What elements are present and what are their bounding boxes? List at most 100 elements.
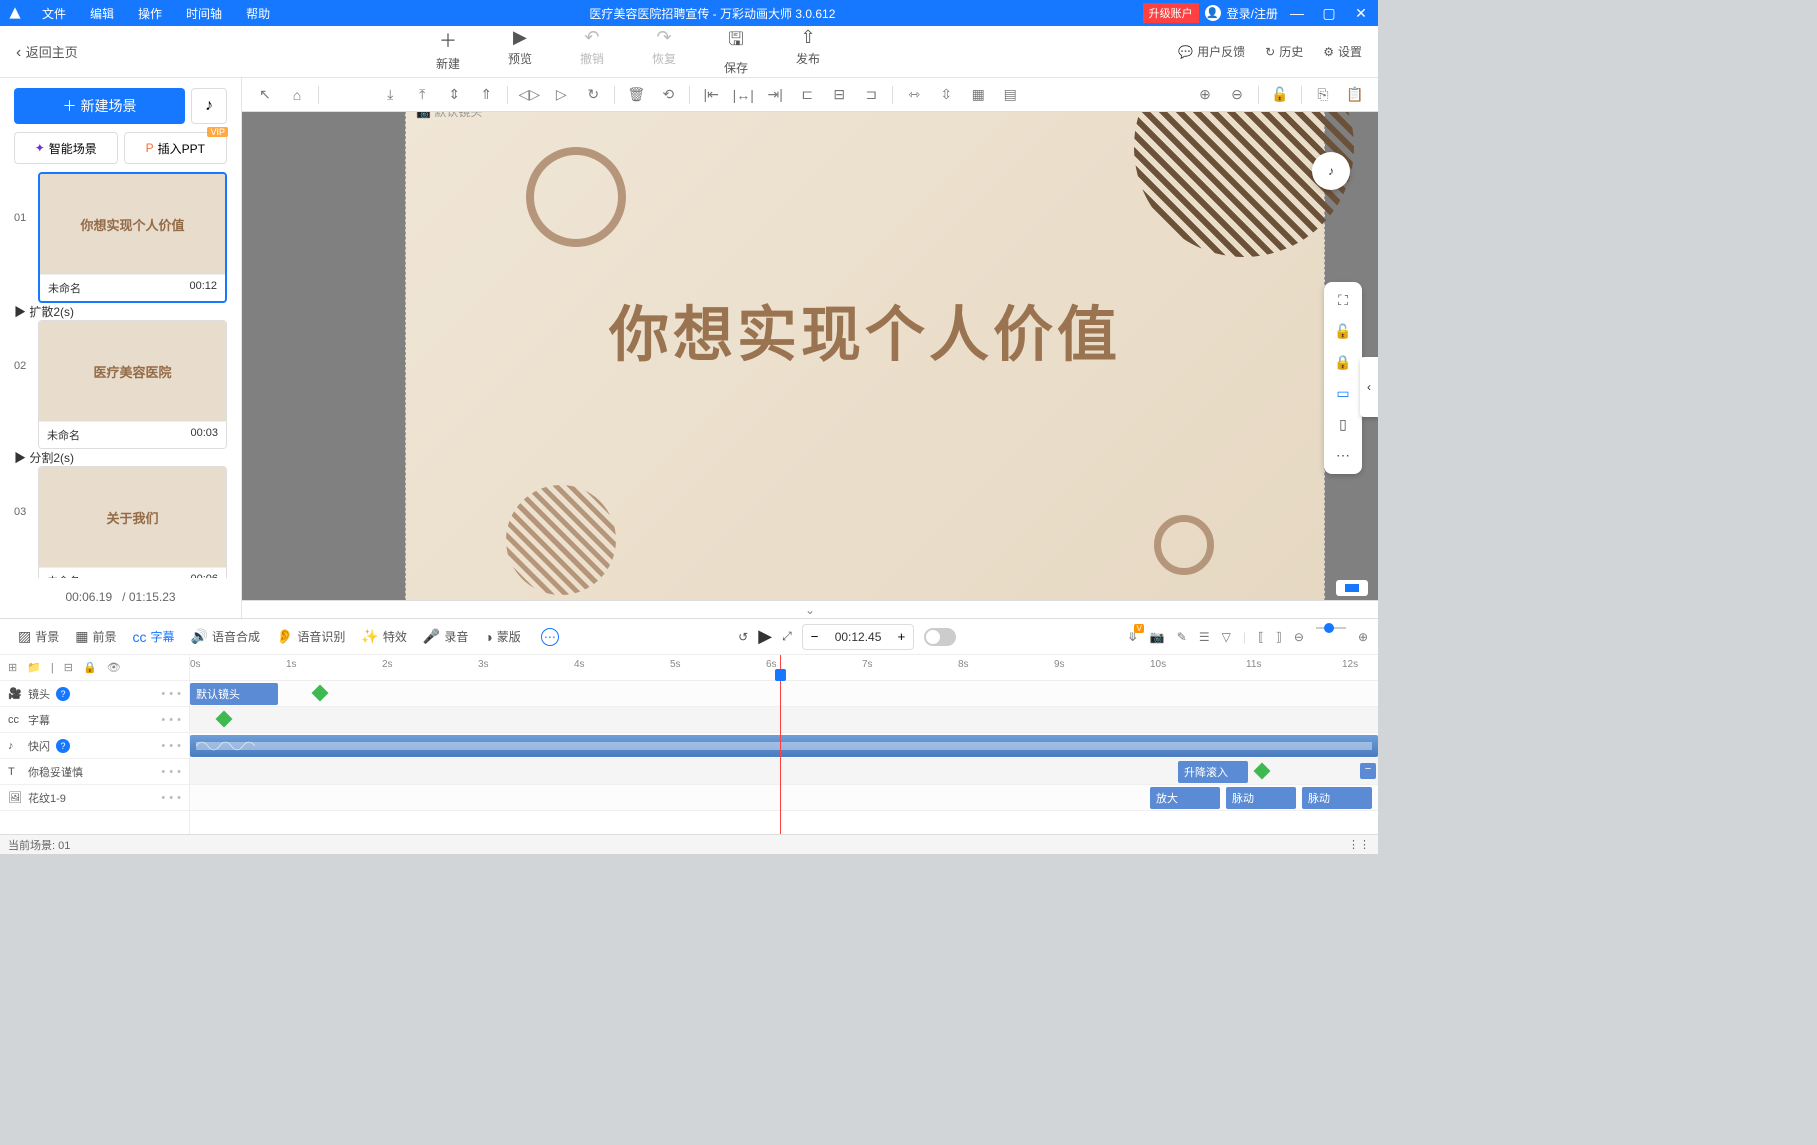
rewind-button[interactable]: ↺ (738, 630, 748, 644)
toolbar-save-button[interactable]: 🖫保存 (724, 27, 748, 76)
more-icon[interactable]: ⋯ (1336, 447, 1350, 464)
lock3-icon[interactable]: 🔒 (83, 661, 97, 674)
pull-tab[interactable]: ‹ (1360, 357, 1378, 417)
timeline-more-button[interactable]: ⋯ (533, 628, 567, 646)
keyframe-add[interactable] (312, 685, 329, 702)
track-header-0[interactable]: 🎥镜头?••• (0, 681, 189, 707)
lock-icon[interactable]: 🔓 (1265, 82, 1295, 108)
portrait-icon[interactable]: ▯ (1339, 416, 1347, 433)
timeline-tab-5[interactable]: ✨特效 (353, 628, 414, 645)
zoom-slider[interactable] (1316, 627, 1346, 629)
maximize-button[interactable]: ▢ (1316, 5, 1342, 22)
crop-icon[interactable]: ⟲ (653, 82, 683, 108)
menu-edit[interactable]: 编辑 (78, 5, 126, 22)
expand-button[interactable]: ⤢ (782, 629, 792, 644)
track-header-4[interactable]: 🖼花纹1-9••• (0, 785, 189, 811)
marker-icon[interactable]: ⤋V (1128, 630, 1138, 644)
scene-item[interactable]: 01你想实现个人价值未命名00:12 (14, 172, 227, 303)
login-button[interactable]: 登录/注册 (1227, 5, 1278, 22)
align-center-icon[interactable]: |↔| (728, 82, 758, 108)
zoom-out2-icon[interactable]: ⊖ (1294, 630, 1304, 644)
audio-track[interactable] (190, 733, 1378, 759)
collapse-timeline-button[interactable]: ⌄ (242, 600, 1378, 618)
rotate-icon[interactable]: ↻ (578, 82, 608, 108)
transition-row[interactable]: ▶ 分割2(s) (14, 449, 227, 466)
align-vcenter-icon[interactable]: ⇕ (439, 82, 469, 108)
settings-button[interactable]: ⚙设置 (1323, 43, 1362, 60)
align-top-icon[interactable]: ⤒ (407, 82, 437, 108)
feedback-button[interactable]: 💬用户反馈 (1178, 43, 1245, 60)
toolbar-new-button[interactable]: ＋新建 (436, 27, 460, 76)
timeline-tab-4[interactable]: 👂语音识别 (268, 628, 353, 645)
cursor-tool-icon[interactable]: ↖ (250, 82, 280, 108)
timeline-tab-1[interactable]: ▦前景 (67, 628, 124, 645)
menu-timeline[interactable]: 时间轴 (174, 5, 234, 22)
bracket-l-icon[interactable]: ⟦ (1258, 630, 1264, 644)
toolbar-publish-button[interactable]: ⇧发布 (796, 27, 820, 76)
align-l2-icon[interactable]: ⊏ (792, 82, 822, 108)
close-button[interactable]: ✕ (1348, 5, 1374, 22)
align-top2-icon[interactable]: ⇑ (471, 82, 501, 108)
keyframe[interactable] (216, 711, 233, 728)
keyframe-2[interactable] (1254, 763, 1271, 780)
align-c2-icon[interactable]: ⊟ (824, 82, 854, 108)
action-clip-1[interactable]: 升降滚入 (1178, 761, 1248, 783)
camera-clip[interactable]: 默认镜头 (190, 683, 278, 705)
ungroup-icon[interactable]: ▤ (995, 82, 1025, 108)
distribute-h-icon[interactable]: ⇿ (899, 82, 929, 108)
transition-row[interactable]: ▶ 扩散2(s) (14, 303, 227, 320)
text-track[interactable]: 升降滚入 − (190, 759, 1378, 785)
fullscreen-icon[interactable]: ⛶ (1338, 292, 1348, 309)
align-right-icon[interactable]: ⇥| (760, 82, 790, 108)
canvas[interactable]: 📷 默认镜头 你想实现个人价值 (405, 112, 1325, 600)
zoom-add-icon[interactable]: ⊕ (1358, 630, 1368, 644)
add-track-icon[interactable]: ⊞ (8, 661, 17, 674)
history-button[interactable]: ↻历史 (1265, 43, 1303, 60)
toolbar-preview-button[interactable]: ▶预览 (508, 27, 532, 76)
layers-icon[interactable]: ☰ (1199, 630, 1210, 644)
eye-icon[interactable]: 👁 (107, 661, 121, 674)
snap-toggle[interactable] (924, 628, 956, 646)
time-plus-button[interactable]: + (889, 629, 913, 644)
minus-chip[interactable]: − (1360, 763, 1376, 779)
copy-icon[interactable]: ⎘ (1308, 82, 1338, 108)
canvas-text[interactable]: 你想实现个人价值 (609, 287, 1121, 374)
action-clip-4[interactable]: 脉动 (1302, 787, 1372, 809)
camera-icon[interactable]: 📷 (1150, 630, 1165, 644)
edit-icon[interactable]: ✎ (1177, 630, 1187, 644)
unlock-icon[interactable]: 🔓 (1334, 323, 1351, 340)
landscape-icon[interactable]: ▭ (1336, 385, 1349, 402)
playhead[interactable] (780, 655, 781, 834)
align-bottom-icon[interactable]: ⤓ (375, 82, 405, 108)
flip-v-icon[interactable]: ▷ (546, 82, 576, 108)
track-header-2[interactable]: ♪快闪?••• (0, 733, 189, 759)
action-clip-2[interactable]: 放大 (1150, 787, 1220, 809)
align-r2-icon[interactable]: ⊐ (856, 82, 886, 108)
paste-icon[interactable]: 📋 (1340, 82, 1370, 108)
align-left-icon[interactable]: |⇤ (696, 82, 726, 108)
track-header-1[interactable]: cc字幕••• (0, 707, 189, 733)
timeline-tab-0[interactable]: ▨背景 (10, 628, 67, 645)
pattern-track[interactable]: 放大 脉动 脉动 (190, 785, 1378, 811)
timeline-tab-2[interactable]: cc字幕 (125, 628, 183, 645)
new-scene-button[interactable]: ＋ 新建场景 (14, 88, 185, 124)
action-clip-3[interactable]: 脉动 (1226, 787, 1296, 809)
minimize-button[interactable]: — (1284, 5, 1310, 21)
menu-help[interactable]: 帮助 (234, 5, 282, 22)
timeline-tab-7[interactable]: ◑蒙版 (476, 628, 528, 645)
track-header-3[interactable]: T你稳妥谨慎••• (0, 759, 189, 785)
time-minus-button[interactable]: − (803, 629, 827, 644)
music-button[interactable]: ♪ (191, 88, 227, 124)
zoom-in-icon[interactable]: ⊕ (1190, 82, 1220, 108)
zoom-out-icon[interactable]: ⊖ (1222, 82, 1252, 108)
col2-icon[interactable]: ⊟ (64, 661, 73, 674)
import-ppt-button[interactable]: P插入PPTVIP (124, 132, 228, 164)
scene-item[interactable]: 03关于我们未命名00:06 (14, 466, 227, 578)
music-fab[interactable]: ♪ (1312, 152, 1350, 190)
audio-clip[interactable] (190, 735, 1378, 757)
back-home-button[interactable]: 返回主页 (16, 42, 78, 62)
ai-scene-button[interactable]: ✦智能场景 (14, 132, 118, 164)
upgrade-button[interactable]: 升级账户 (1143, 3, 1199, 23)
lock2-icon[interactable]: 🔒 (1334, 354, 1351, 371)
flip-h-icon[interactable]: ◁▷ (514, 82, 544, 108)
